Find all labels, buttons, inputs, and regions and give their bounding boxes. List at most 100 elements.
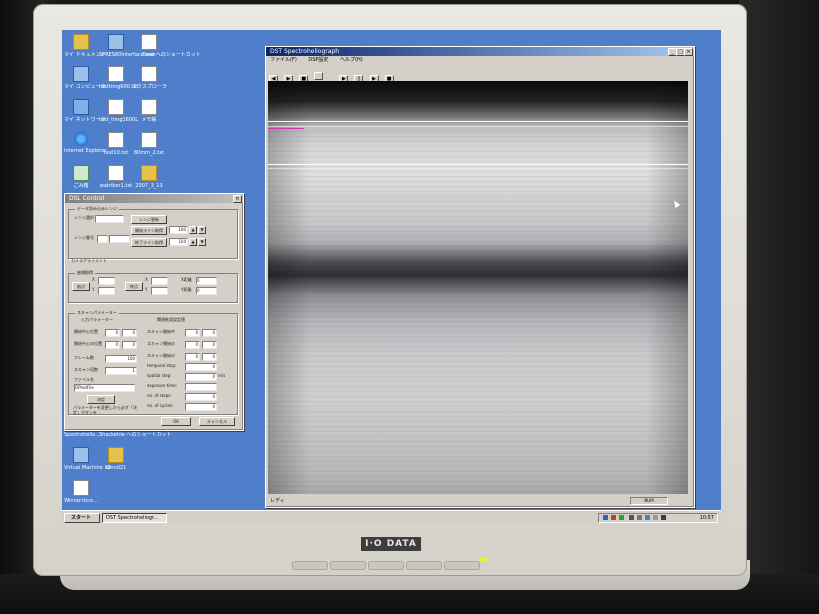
- menu-file[interactable]: ファイル(F): [270, 57, 297, 63]
- exposure-field[interactable]: [185, 383, 217, 391]
- desktop-icon[interactable]: test10.txt: [99, 132, 133, 156]
- start-line-up-icon[interactable]: ▲: [189, 226, 197, 234]
- temporal-field[interactable]: 0: [185, 363, 217, 371]
- desktop-icon[interactable]: watriber1.txt: [99, 165, 133, 189]
- file-field[interactable]: DPhotFile: [74, 384, 135, 392]
- desktop-icon[interactable]: マイ ネットワーク: [64, 99, 106, 123]
- tool-blank-button[interactable]: [314, 72, 324, 80]
- desktop-icon[interactable]: 2007_3_13: [132, 165, 166, 189]
- control-close-button[interactable]: ×: [233, 195, 242, 203]
- tray-ime-icon[interactable]: [637, 515, 642, 520]
- desktop-icon[interactable]: Trash: [132, 34, 166, 58]
- monitor-button-2[interactable]: [330, 561, 366, 570]
- desktop-icon-label: Virtual Machine X2: [64, 465, 112, 471]
- desktop-icon-label: dlnnd21: [105, 465, 127, 471]
- lens-number-value[interactable]: [109, 235, 130, 243]
- menu-help[interactable]: ヘルプ(H): [340, 57, 363, 63]
- start-pos-field-b[interactable]: 0: [122, 329, 137, 337]
- set-button[interactable]: 決定: [87, 395, 115, 404]
- spectro-titlebar[interactable]: DST Spectroheliograph _ □ ×: [266, 47, 694, 56]
- nsteps-field[interactable]: 0: [185, 393, 217, 401]
- desktop-icon[interactable]: ごみ箱: [64, 165, 98, 189]
- tray-volume-icon[interactable]: [629, 515, 634, 520]
- scan-start-b[interactable]: 0: [202, 329, 217, 337]
- end-line-down-icon[interactable]: ▼: [198, 238, 206, 246]
- desktop-icon[interactable]: dlnnd21: [99, 447, 133, 471]
- tray-network-icon[interactable]: [603, 515, 608, 520]
- origin-button[interactable]: 始点: [72, 282, 90, 291]
- monitor-button-4[interactable]: [406, 561, 442, 570]
- close-button[interactable]: ×: [684, 48, 693, 56]
- desktop-icon[interactable]: マイ コンピュータ: [64, 66, 106, 90]
- end-line-up-icon[interactable]: ▲: [189, 238, 197, 246]
- lens-group-title: データ読み込みレンジ: [75, 206, 119, 212]
- desktop-icon[interactable]: Internet Explorer: [64, 132, 107, 154]
- scan-end-a[interactable]: 0: [185, 341, 200, 349]
- start-button[interactable]: スタート: [64, 513, 100, 523]
- tray-misc-icon[interactable]: [653, 515, 658, 520]
- tray-app-icon[interactable]: [619, 515, 624, 520]
- desktop-icon[interactable]: texttimg600.txt: [99, 66, 138, 90]
- pc-icon: [73, 447, 89, 463]
- desktop-icon-label: Internet Explorer: [64, 148, 107, 154]
- desktop-icon[interactable]: 80mm_2.txt: [132, 132, 166, 156]
- desktop-icon-label: メモ帳: [141, 117, 157, 123]
- power-led: [480, 558, 488, 561]
- scan-count-field[interactable]: 1: [105, 367, 137, 375]
- start-line-down-icon[interactable]: ▼: [198, 226, 206, 234]
- monitor-button-1[interactable]: [292, 561, 328, 570]
- scan-line-upper-b: [268, 126, 688, 127]
- control-body: データ読み込みレンジ レンジ選択 レンジ更新 レンジ番号 開始ライン取得 100…: [65, 203, 243, 429]
- taskbar-item-spectro[interactable]: DST Spectroheliogr...: [102, 513, 167, 523]
- spectrum-image[interactable]: [268, 81, 688, 494]
- scan-mid-a[interactable]: 0: [185, 353, 200, 361]
- end-x-field[interactable]: [151, 277, 168, 285]
- end-pos-field-b[interactable]: 0: [122, 341, 137, 349]
- start-line-field[interactable]: 100: [169, 226, 188, 234]
- scan-end-b[interactable]: 0: [202, 341, 217, 349]
- lens-update-button[interactable]: レンジ更新: [131, 215, 167, 224]
- start-line-button[interactable]: 開始ライン取得: [131, 226, 167, 235]
- lens-number-field[interactable]: [97, 235, 108, 243]
- frame-field[interactable]: 100: [105, 355, 137, 363]
- origin-x-field[interactable]: [98, 277, 115, 285]
- ok-button[interactable]: OK: [161, 417, 191, 426]
- desktop-icon[interactable]: SPRES60Interface.exe へのショートカット: [99, 34, 201, 58]
- lens-select-dropdown[interactable]: [95, 215, 124, 223]
- start-pos-label: 開始中心位置: [74, 329, 98, 334]
- scan-start-a[interactable]: 0: [185, 329, 200, 337]
- scan-mid-b[interactable]: 0: [202, 353, 217, 361]
- desktop-icon-label: マイ コンピュータ: [64, 84, 106, 90]
- scan-group-title: スキャンパラメーター: [75, 310, 119, 316]
- tray-security-icon[interactable]: [611, 515, 616, 520]
- clock[interactable]: 10:57: [700, 514, 714, 522]
- x-length-field[interactable]: 0: [196, 277, 217, 285]
- tray-display-icon[interactable]: [645, 515, 650, 520]
- y-length-field[interactable]: 0: [196, 287, 217, 295]
- desktop-icon[interactable]: test_timg1600L: [99, 99, 138, 123]
- origin-y-field[interactable]: [98, 287, 115, 295]
- tray-misc2-icon[interactable]: [661, 515, 666, 520]
- monitor-button-5[interactable]: [444, 561, 480, 570]
- end-y-field[interactable]: [151, 287, 168, 295]
- desktop-icon[interactable]: マイ ドキュメント: [64, 34, 106, 58]
- ncycles-field[interactable]: 0: [185, 403, 217, 411]
- menu-dsp[interactable]: DSP設定: [308, 57, 328, 63]
- desktop-icon[interactable]: Virtual Machine X2: [64, 447, 112, 471]
- spatial-field[interactable]: 0: [185, 373, 217, 381]
- folder-icon: [108, 447, 124, 463]
- desktop-icon[interactable]: エクスプローラ: [132, 66, 167, 90]
- monitor-button-3[interactable]: [368, 561, 404, 570]
- end-line-button[interactable]: 終了ライン取得: [131, 238, 167, 247]
- control-titlebar[interactable]: DSL Control ×: [65, 194, 243, 203]
- cancel-button[interactable]: キャンセル: [199, 417, 235, 426]
- desktop-icon[interactable]: メモ帳: [132, 99, 166, 123]
- desktop-icon[interactable]: Winrar-itcrs...: [64, 480, 98, 504]
- background-right: [739, 0, 819, 614]
- system-tray: 10:57: [598, 513, 718, 523]
- scan-mid-label: スキャン開始の: [147, 353, 175, 358]
- endpoint-button[interactable]: 終点: [125, 282, 143, 291]
- start-pos-field-a[interactable]: 0: [105, 329, 120, 337]
- end-line-field[interactable]: 104: [169, 238, 188, 246]
- end-pos-field-a[interactable]: 0: [105, 341, 120, 349]
